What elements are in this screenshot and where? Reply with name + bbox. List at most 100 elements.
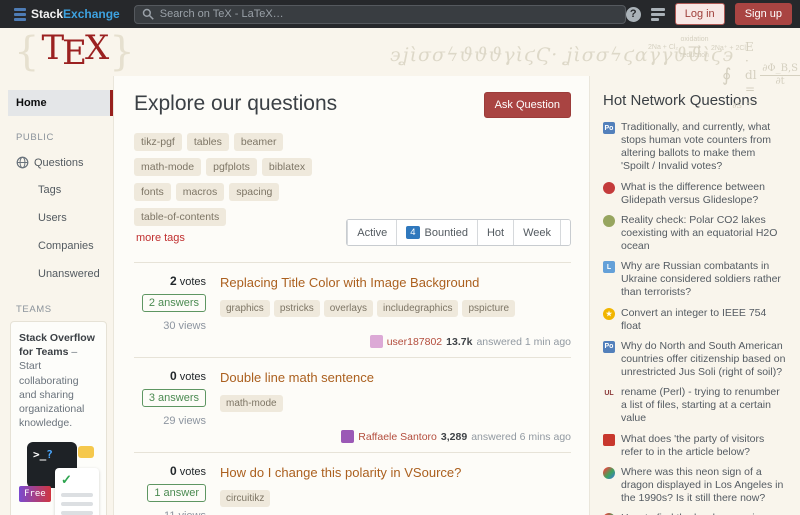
search-box[interactable] xyxy=(134,5,626,24)
site-favicon xyxy=(603,467,615,479)
hot-question-link[interactable]: rename (Perl) - trying to renumber a lis… xyxy=(621,386,786,425)
hot-question-link[interactable]: Where was this neon sign of a dragon dis… xyxy=(621,466,786,505)
question-row: 0 votes 3 answers 29 views Double line m… xyxy=(134,358,571,453)
sidebar-item-questions[interactable]: Questions xyxy=(8,149,113,176)
left-sidebar: Home PUBLIC Questions Tags Users Compani… xyxy=(8,76,113,515)
filter-tab-label: Active xyxy=(357,227,387,239)
sidebar-section-teams: TEAMS xyxy=(16,304,113,315)
question-title-link[interactable]: Double line math sentence xyxy=(220,370,571,385)
hot-question-item: L Why are Russian combatants in Ukraine … xyxy=(603,260,786,299)
hot-network-questions: Hot Network Questions Po Traditionally, … xyxy=(590,76,800,515)
vote-count: 0 votes xyxy=(134,464,206,478)
site-favicon xyxy=(603,215,615,227)
sidebar-section-public: PUBLIC xyxy=(16,132,113,143)
hot-question-link[interactable]: Traditionally, and currently, what stops… xyxy=(621,121,786,174)
tag-pill[interactable]: pgfplots xyxy=(206,158,257,176)
hot-question-link[interactable]: Reality check: Polar CO2 lakes coexistin… xyxy=(621,214,786,253)
tag-pill[interactable]: biblatex xyxy=(262,158,312,176)
signup-button[interactable]: Sign up xyxy=(735,3,792,25)
hot-question-item: UL rename (Perl) - trying to renumber a … xyxy=(603,386,786,425)
hot-question-link[interactable]: What is the difference between Glidepath… xyxy=(621,181,786,207)
filter-tab[interactable]: Hot xyxy=(477,220,513,245)
tag-pill[interactable]: pstricks xyxy=(274,300,320,317)
tag-pill[interactable]: circuitikz xyxy=(220,490,270,507)
logo-brace-left: { xyxy=(14,29,39,75)
question-title-link[interactable]: Replacing Title Color with Image Backgro… xyxy=(220,275,571,290)
tag-pill[interactable]: beamer xyxy=(234,133,284,151)
tag-pill[interactable]: math-mode xyxy=(134,158,201,176)
tex-site-logo[interactable]: {TEX} xyxy=(14,28,135,75)
question-meta: user187802 13.7k answered 1 min ago xyxy=(134,334,571,349)
filter-tab[interactable]: Month xyxy=(560,220,571,245)
tag-pill[interactable]: graphics xyxy=(220,300,270,317)
tag-list: tikz-pgf tables beamer math-mode pgfplots bib… xyxy=(134,132,346,232)
site-favicon: ★ xyxy=(603,308,615,320)
filter-tab[interactable]: 4 Bountied xyxy=(396,220,477,245)
tag-pill[interactable]: table-of-contents xyxy=(134,208,226,226)
site-favicon: Po xyxy=(603,122,615,134)
main-header: Explore our questions Ask Question xyxy=(134,92,571,118)
question-tags: graphicspstricksoverlaysincludegraphicsp… xyxy=(220,298,571,321)
login-button[interactable]: Log in xyxy=(675,3,725,25)
question-stats: 2 votes 2 answers 30 views xyxy=(134,274,206,332)
filter-tab[interactable]: Active xyxy=(347,220,396,245)
tag-pill[interactable]: fonts xyxy=(134,183,171,201)
teams-card: Stack Overflow for Teams – Start collabo… xyxy=(10,321,107,515)
hot-question-link[interactable]: What does 'the party of visitors refer t… xyxy=(621,433,786,459)
sidebar-item[interactable]: Tags xyxy=(8,176,113,204)
sidebar-item[interactable]: Companies xyxy=(8,232,113,260)
question-tags: circuitikz xyxy=(220,488,571,511)
filter-tab[interactable]: Week xyxy=(513,220,560,245)
ask-question-button[interactable]: Ask Question xyxy=(484,92,571,118)
site-favicon: UL xyxy=(603,387,615,399)
hot-question-link[interactable]: Convert an integer to IEEE 754 float xyxy=(621,307,786,333)
vote-count: 0 votes xyxy=(134,369,206,383)
site-favicon: L xyxy=(603,261,615,273)
search-input[interactable] xyxy=(160,8,618,20)
checklist-icon: ✓ xyxy=(55,468,99,515)
filter-tab-label: Week xyxy=(523,227,551,239)
activity-time: answered 6 mins ago xyxy=(471,431,571,443)
topbar: StackExchange ? Log in Sign up xyxy=(0,0,800,28)
user-link[interactable]: Raffaele Santoro xyxy=(358,431,437,443)
stackexchange-logo[interactable]: StackExchange xyxy=(14,5,120,23)
question-meta: Raffaele Santoro 3,289 answered 6 mins a… xyxy=(134,429,571,444)
hot-question-item: Where was this neon sign of a dragon dis… xyxy=(603,466,786,505)
site-favicon: Po xyxy=(603,341,615,353)
sidebar-item[interactable]: Unanswered xyxy=(8,260,113,288)
content: Home PUBLIC Questions Tags Users Compani… xyxy=(0,76,800,515)
tag-pill[interactable]: pspicture xyxy=(462,300,515,317)
tag-pill[interactable]: math-mode xyxy=(220,395,283,412)
globe-icon xyxy=(16,156,29,169)
filter-row: tikz-pgf tables beamer math-mode pgfplots bib… xyxy=(134,132,571,263)
more-tags-link[interactable]: more tags xyxy=(136,232,185,244)
user-link[interactable]: user187802 xyxy=(387,336,442,348)
teams-illustration: >_? ✓ Free xyxy=(19,438,98,515)
tag-pill[interactable]: spacing xyxy=(229,183,279,201)
avatar xyxy=(370,335,383,348)
tag-pill[interactable]: tikz-pgf xyxy=(134,133,182,151)
teams-card-text: Stack Overflow for Teams – Start collabo… xyxy=(19,331,98,430)
hot-question-link[interactable]: Why are Russian combatants in Ukraine co… xyxy=(621,260,786,299)
activity-time: answered 1 min ago xyxy=(476,336,571,348)
sidebar-public-list: Tags Users Companies Unanswered xyxy=(8,176,113,288)
help-icon[interactable]: ? xyxy=(626,7,641,22)
tag-pill[interactable]: macros xyxy=(176,183,224,201)
logo-brace-right: } xyxy=(109,29,134,75)
hot-question-link[interactable]: Why do North and South American countrie… xyxy=(621,340,786,379)
question-title-link[interactable]: How do I change this polarity in VSource… xyxy=(220,465,571,480)
hot-question-item: Po Why do North and South American count… xyxy=(603,340,786,379)
tag-pill[interactable]: overlays xyxy=(324,300,373,317)
tag-pill[interactable]: tables xyxy=(187,133,229,151)
user-reputation: 3,289 xyxy=(441,431,467,443)
sidebar-item-home[interactable]: Home xyxy=(8,90,113,116)
view-count: 11 views xyxy=(134,510,206,515)
sidebar-item[interactable]: Users xyxy=(8,204,113,232)
main-panel: Explore our questions Ask Question tikz-… xyxy=(113,76,590,515)
hot-question-item: Po Traditionally, and currently, what st… xyxy=(603,121,786,174)
tag-pill[interactable]: includegraphics xyxy=(377,300,459,317)
speech-bubble-icon xyxy=(78,446,94,458)
answer-count: 3 answers xyxy=(142,389,206,407)
site-switcher-icon[interactable] xyxy=(651,8,665,21)
topbar-actions: ? Log in Sign up xyxy=(626,3,794,25)
